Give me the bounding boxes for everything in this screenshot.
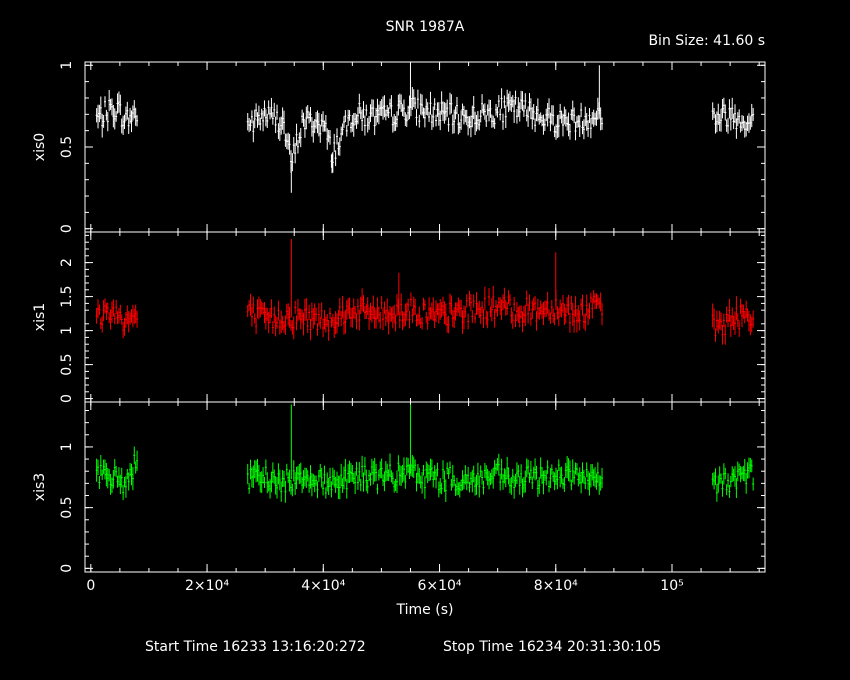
y-tick-label: 0.5 (59, 136, 75, 158)
x-tick-label: 0 (86, 578, 95, 594)
light-curve-chart: SNR 1987A Bin Size: 41.60 s 0 0.5 1 xis0 0 0.… (0, 0, 850, 680)
stop-time-label: Stop Time 16234 20:31:30:105 (443, 639, 661, 655)
x-tick-label: 6×10⁴ (417, 578, 461, 594)
x-tick-label: 2×10⁴ (185, 578, 229, 594)
x-axis-label: Time (s) (396, 602, 454, 618)
y-tick-label: 2 (59, 258, 75, 267)
y-axis-label: xis1 (32, 303, 48, 331)
y-tick-label: 1.5 (59, 285, 75, 307)
y-tick-label: 1 (59, 442, 75, 451)
y-tick-label: 0.5 (59, 353, 75, 375)
y-tick-label: 0 (59, 224, 75, 233)
start-time-label: Start Time 16233 13:16:20:272 (145, 639, 366, 655)
y-axis-label: xis0 (32, 133, 48, 161)
chart-title: SNR 1987A (386, 19, 465, 35)
y-axis-label: xis3 (32, 473, 48, 501)
y-tick-label: 0 (59, 394, 75, 403)
y-tick-label: 0.5 (59, 497, 75, 519)
x-tick-label: 8×10⁴ (534, 578, 578, 594)
y-tick-label: 1 (59, 61, 75, 70)
x-tick-label: 4×10⁴ (301, 578, 345, 594)
x-tick-label: 10⁵ (660, 578, 683, 594)
y-tick-label: 0 (59, 564, 75, 573)
bin-size-label: Bin Size: 41.60 s (648, 33, 765, 49)
y-tick-label: 1 (59, 326, 75, 335)
